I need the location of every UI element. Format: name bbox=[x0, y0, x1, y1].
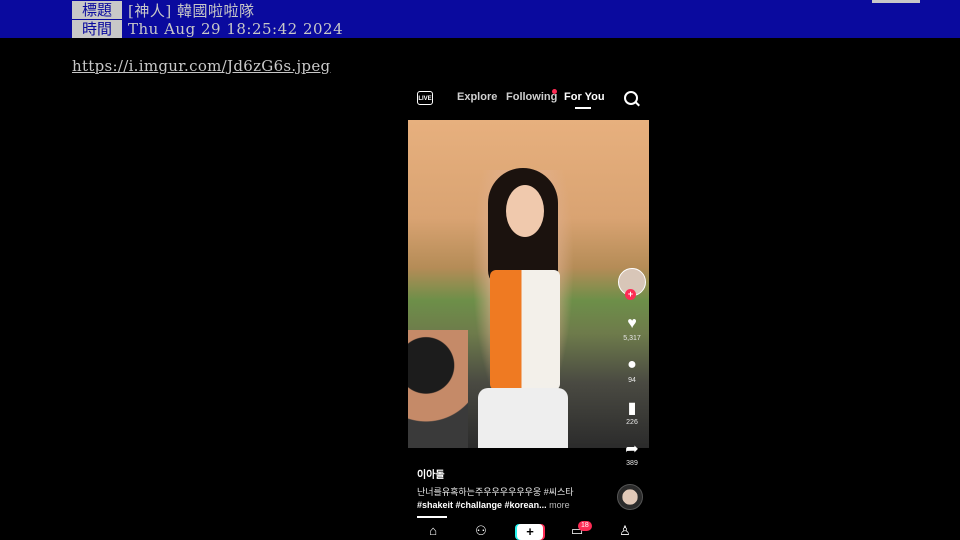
home-icon[interactable]: ⌂ bbox=[421, 523, 445, 538]
title-label: 標題 bbox=[72, 1, 122, 19]
image-link[interactable]: https://i.imgur.com/Jd6zG6s.jpeg bbox=[72, 57, 330, 75]
comment-icon[interactable]: ● bbox=[612, 356, 652, 374]
comment-count: 94 bbox=[628, 377, 636, 384]
time-row: 時間 Thu Aug 29 18:25:42 2024 bbox=[72, 20, 343, 38]
tab-explore[interactable]: Explore bbox=[457, 91, 497, 103]
heart-icon[interactable]: ♥ bbox=[612, 315, 652, 333]
follow-plus-icon[interactable]: + bbox=[625, 289, 636, 300]
post-header: 標題 [神人] 韓國啦啦隊 時間 Thu Aug 29 18:25:42 202… bbox=[0, 0, 960, 38]
share-count: 389 bbox=[626, 460, 638, 467]
dancer-face bbox=[506, 185, 544, 237]
video-progress bbox=[417, 516, 447, 518]
music-disc-icon[interactable] bbox=[617, 484, 643, 510]
tiktok-screenshot: LIVE Explore Following For You + ♥ 5,317… bbox=[405, 82, 655, 540]
background-person bbox=[408, 330, 468, 448]
search-icon[interactable] bbox=[624, 91, 638, 105]
caption-text: 난너를유혹하는주우우우우우우웅 #씨스타 bbox=[417, 487, 574, 497]
like-count: 5,317 bbox=[623, 335, 641, 342]
create-plus-icon[interactable]: + bbox=[517, 524, 543, 540]
post-time: Thu Aug 29 18:25:42 2024 bbox=[128, 20, 344, 38]
post-username[interactable]: 이아돌 bbox=[417, 466, 445, 481]
caption-hashtags-row: #shakeit #challange #korean... more bbox=[417, 499, 607, 512]
save-count: 226 bbox=[626, 419, 638, 426]
caption-hashtags[interactable]: #shakeit #challange #korean... bbox=[417, 500, 547, 510]
post-title: [神人] 韓國啦啦隊 bbox=[128, 1, 255, 20]
post-caption: 난너를유혹하는주우우우우우우웅 #씨스타 #shakeit #challange… bbox=[417, 486, 607, 512]
tab-for-you[interactable]: For You bbox=[564, 91, 605, 103]
active-tab-indicator bbox=[575, 107, 591, 109]
share-icon[interactable]: ➦ bbox=[612, 439, 652, 459]
tab-following[interactable]: Following bbox=[506, 91, 557, 103]
top-nav: LIVE Explore Following For You bbox=[405, 82, 655, 116]
live-icon[interactable]: LIVE bbox=[417, 91, 433, 105]
more-link[interactable]: more bbox=[549, 500, 570, 510]
notification-dot bbox=[552, 89, 557, 94]
dancer-shorts bbox=[478, 388, 568, 448]
inbox-badge: 18 bbox=[578, 521, 592, 531]
title-row: 標題 [神人] 韓國啦啦隊 bbox=[72, 1, 255, 20]
bottom-nav: ⌂ ⚇ + ▭ 18 ♙ bbox=[405, 519, 655, 540]
header-mark bbox=[872, 0, 920, 3]
time-label: 時間 bbox=[72, 20, 122, 38]
dancer-top bbox=[490, 270, 560, 390]
bookmark-icon[interactable]: ▮ bbox=[612, 398, 652, 418]
